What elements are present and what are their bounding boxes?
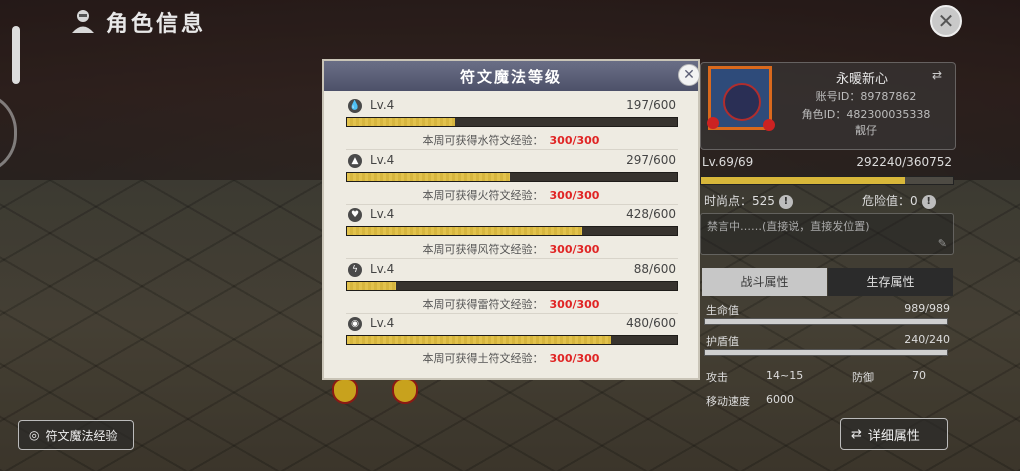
defense-value: 70 — [912, 369, 926, 382]
exp-bar — [700, 176, 954, 185]
hp-bar — [704, 318, 948, 325]
close-button[interactable]: ✕ — [930, 5, 962, 37]
rune-progress-bar — [346, 171, 678, 182]
rune-progress: 428/600 — [626, 207, 676, 221]
rune-progress: 88/600 — [633, 261, 676, 276]
rune-weekly-cap: 300/300 — [549, 188, 600, 202]
divider — [346, 149, 678, 150]
water-icon: 💧 — [348, 99, 362, 113]
dialog-close-button[interactable]: ✕ — [678, 64, 700, 86]
rune-progress-fill — [347, 281, 396, 290]
top-bar: 角色信息 ✕ — [0, 0, 1020, 44]
divider — [346, 258, 678, 259]
close-icon: ✕ — [683, 67, 695, 83]
hp-bar-fill — [705, 319, 947, 324]
edit-icon[interactable]: ✎ — [938, 237, 947, 250]
account-id: 账号ID：89787862 — [815, 90, 917, 103]
rune-row: ♥ Lv.4 428/600 本周可获得风符文经验： 300/300 — [324, 206, 698, 260]
info-icon[interactable]: ! — [778, 194, 793, 209]
dialog-title: 符文魔法等级 — [459, 67, 562, 86]
shield-bar — [704, 349, 948, 356]
player-tag: 靓仔 — [855, 124, 877, 137]
rune-row: ϟ Lv.4 88/600 本周可获得雷符文经验： 300/300 — [324, 261, 698, 315]
rune-progress: 297/600 — [626, 152, 676, 167]
rune-row: ▲ Lv.4 297/600 本周可获得火符文经验： 300/300 — [324, 152, 698, 206]
rune-weekly-text: 本周可获得水符文经验： 300/300 — [422, 134, 600, 147]
rune-weekly-text: 本周可获得土符文经验： 300/300 — [422, 352, 600, 365]
divider — [346, 203, 678, 205]
character-foot-left — [332, 378, 358, 404]
rune-progress: 197/600 — [626, 98, 676, 112]
rune-progress-fill — [347, 172, 511, 181]
fashion-points: 时尚点：525! — [704, 192, 793, 209]
signature-text: 禁言中……(直接说，直接发位置) — [707, 220, 870, 233]
close-icon: ✕ — [937, 9, 955, 33]
divider — [346, 312, 678, 314]
rune-weekly-cap: 300/300 — [549, 243, 600, 256]
shield-bar-fill — [705, 350, 947, 355]
tab-combat-attributes[interactable]: 战斗属性 — [702, 268, 827, 296]
rune-level: Lv.4 — [370, 152, 395, 167]
earth-icon: ◉ — [348, 317, 362, 331]
rune-row: ◉ Lv.4 480/600 本周可获得土符文经验： 300/300 — [324, 315, 698, 369]
avatar[interactable] — [707, 66, 775, 131]
rune-progress-bar — [346, 117, 678, 127]
rune-level: Lv.4 — [370, 316, 395, 330]
rune-level: Lv.4 — [370, 261, 395, 276]
rune-weekly-text: 本周可获得雷符文经验： 300/300 — [422, 297, 600, 311]
info-icon[interactable]: ! — [921, 194, 936, 209]
rune-progress-fill — [347, 227, 583, 235]
character-icon — [72, 10, 94, 33]
rune-level: Lv.4 — [370, 207, 395, 221]
signature-field[interactable]: 禁言中……(直接说，直接发位置) ✎ — [700, 213, 954, 255]
thunder-icon: ϟ — [348, 262, 362, 277]
hp-value: 989/989 — [904, 302, 950, 315]
attack-value: 14~15 — [766, 369, 804, 382]
rune-progress-fill — [347, 336, 611, 344]
wind-icon: ♥ — [348, 208, 362, 222]
page-title: 角色信息 — [106, 12, 207, 37]
dialog-header: 符文魔法等级 — [324, 61, 698, 91]
level-text: Lv.69/69 — [702, 155, 754, 169]
speed-value: 6000 — [766, 393, 794, 406]
rune-exp-button[interactable]: ◎ 符文魔法经验 — [18, 420, 134, 450]
player-name: 永暖新心 — [836, 72, 889, 87]
rune-icon: ◎ — [29, 428, 40, 442]
rune-level-dialog: 符文魔法等级 ✕ 💧 Lv.4 197/600 本周可获得水符文经验： 300/300 ▲… — [322, 59, 700, 380]
shield-value: 240/240 — [904, 333, 950, 346]
detail-attributes-button[interactable]: ⇄ 详细属性 — [840, 418, 948, 450]
defense-label: 防御 — [852, 371, 874, 384]
rune-progress-bar — [346, 226, 678, 236]
attack-label: 攻击 — [706, 371, 728, 384]
rune-level: Lv.4 — [370, 98, 395, 112]
exp-text: 292240/360752 — [856, 155, 952, 169]
character-foot-right — [392, 378, 418, 404]
fire-icon: ▲ — [348, 153, 362, 168]
rune-progress-bar — [346, 335, 678, 345]
rune-weekly-cap: 300/300 — [549, 134, 600, 147]
rune-row: 💧 Lv.4 197/600 本周可获得水符文经验： 300/300 — [324, 97, 698, 151]
exp-bar-fill — [701, 177, 906, 184]
rune-weekly-text: 本周可获得火符文经验： 300/300 — [422, 188, 600, 202]
switch-icon[interactable]: ⇄ — [932, 68, 942, 82]
swap-icon: ⇄ — [851, 426, 862, 442]
rune-progress-bar — [346, 280, 678, 291]
tab-survival-attributes[interactable]: 生存属性 — [828, 268, 953, 296]
role-id: 角色ID：482300035338 — [801, 108, 931, 121]
rune-progress: 480/600 — [626, 316, 676, 330]
speed-label: 移动速度 — [706, 395, 750, 408]
rune-progress-fill — [347, 118, 456, 126]
rune-weekly-text: 本周可获得风符文经验： 300/300 — [422, 243, 600, 256]
rune-weekly-cap: 300/300 — [549, 297, 600, 311]
rune-weekly-cap: 300/300 — [549, 352, 600, 365]
danger-value: 危险值：0! — [862, 192, 936, 209]
